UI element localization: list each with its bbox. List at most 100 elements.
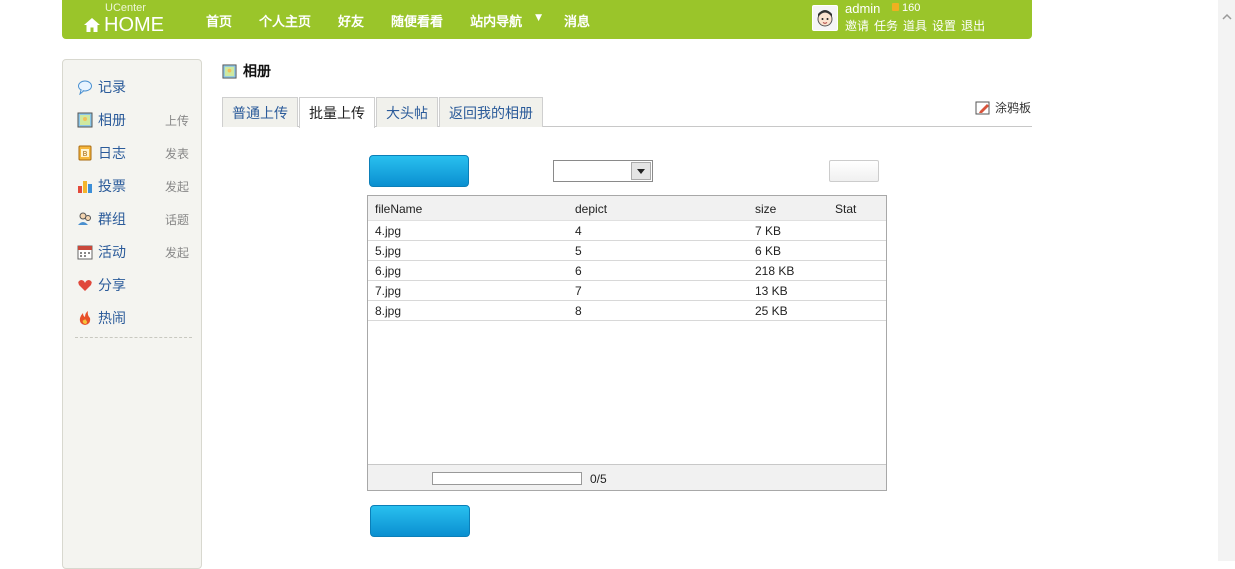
main-nav: 首页 个人主页 好友 随便看看 站内导航 ▼ 消息 xyxy=(206,11,617,30)
tab-back-to-album[interactable]: 返回我的相册 xyxy=(439,97,543,127)
cell-filename: 6.jpg xyxy=(375,264,402,278)
blog-post-link[interactable]: 发表 xyxy=(165,145,189,162)
cell-filename: 4.jpg xyxy=(375,224,402,238)
sidebar-item-label: 活动 xyxy=(98,245,126,261)
sidebar-item-events[interactable]: 活动 发起 xyxy=(77,242,189,262)
cell-depict[interactable]: 4 xyxy=(575,224,582,238)
nav-friends[interactable]: 好友 xyxy=(338,11,364,30)
column-header-stat: Stat xyxy=(835,202,857,216)
sidebar-item-hot[interactable]: 热闹 xyxy=(77,308,189,328)
logo-small-text: UCenter xyxy=(105,2,146,14)
album-upload-link[interactable]: 上传 xyxy=(165,112,189,129)
user-credit: 160 xyxy=(892,2,920,14)
speech-bubble-icon xyxy=(78,80,92,95)
sidebar-item-label: 群组 xyxy=(98,212,126,228)
user-avatar[interactable] xyxy=(812,5,838,31)
sidebar-item-album[interactable]: 相册 上传 xyxy=(77,110,189,130)
cell-filename: 7.jpg xyxy=(375,284,402,298)
table-row[interactable]: 8.jpg 8 25 KB xyxy=(368,301,886,321)
sidebar-item-poll[interactable]: 投票 发起 xyxy=(77,176,189,196)
page-title-text: 相册 xyxy=(243,64,271,80)
notebook-icon: B xyxy=(78,145,92,161)
cell-size: 7 KB xyxy=(755,224,782,238)
user-name[interactable]: admin xyxy=(845,1,880,16)
album-select[interactable] xyxy=(553,160,653,182)
cell-size: 218 KB xyxy=(755,264,795,278)
dropdown-arrow-icon[interactable]: ▼ xyxy=(535,13,542,32)
nav-browse[interactable]: 随便看看 xyxy=(391,11,443,30)
scrollbar[interactable] xyxy=(1218,0,1235,561)
sidebar-item-share[interactable]: 分享 xyxy=(77,275,189,295)
sidebar-item-label: 相册 xyxy=(98,113,126,129)
cell-size: 13 KB xyxy=(755,284,788,298)
user-links: 邀请 任务 道具 设置 退出 xyxy=(845,17,985,34)
column-header-depict: depict xyxy=(575,202,608,216)
graffiti-board-link[interactable]: 涂鸦板 xyxy=(975,99,1031,116)
bar-chart-icon xyxy=(78,181,92,193)
sidebar-divider xyxy=(75,337,192,338)
nav-home[interactable]: 首页 xyxy=(206,11,232,30)
table-row[interactable]: 5.jpg 5 6 KB xyxy=(368,241,886,261)
column-header-size: size xyxy=(755,202,777,216)
scroll-up-icon[interactable] xyxy=(1222,12,1232,22)
tab-batch-upload[interactable]: 批量上传 xyxy=(299,97,375,128)
props-link[interactable]: 道具 xyxy=(903,17,927,34)
cell-filename: 8.jpg xyxy=(375,304,402,318)
top-bar: UCenter HOME 首页 个人主页 好友 随便看看 站内导航 ▼ 消息 a… xyxy=(62,0,1032,39)
nav-site-navigation[interactable]: 站内导航 xyxy=(470,11,522,30)
calendar-icon xyxy=(77,245,93,260)
picture-icon xyxy=(222,63,237,79)
page-title: 相册 xyxy=(222,61,271,81)
tab-headshot[interactable]: 大头帖 xyxy=(376,97,438,127)
cell-depict[interactable]: 8 xyxy=(575,304,582,318)
table-header: fileName depict size Stat xyxy=(368,196,886,221)
file-queue-table: fileName depict size Stat 4.jpg 4 7 KB 5… xyxy=(367,195,887,491)
sidebar: 记录 相册 上传 B 日志 发表 投票 发起 群组 话题 活动 发起 分享 热闹 xyxy=(62,59,202,569)
group-icon xyxy=(78,212,91,225)
cell-filename: 5.jpg xyxy=(375,244,402,258)
sidebar-item-label: 热闹 xyxy=(98,311,126,327)
picture-icon xyxy=(77,112,93,128)
poll-start-link[interactable]: 发起 xyxy=(165,178,189,195)
credit-value: 160 xyxy=(902,2,921,14)
sidebar-item-records[interactable]: 记录 xyxy=(77,77,189,97)
avatar-face-icon xyxy=(817,10,833,27)
logo-big-text: HOME xyxy=(104,14,164,36)
sidebar-item-blog[interactable]: B 日志 发表 xyxy=(77,143,189,163)
settings-link[interactable]: 设置 xyxy=(932,17,956,34)
logout-link[interactable]: 退出 xyxy=(961,17,985,34)
cell-depict[interactable]: 7 xyxy=(575,284,582,298)
graffiti-label: 涂鸦板 xyxy=(995,101,1032,115)
column-header-filename: fileName xyxy=(375,202,423,216)
start-upload-button[interactable] xyxy=(370,505,470,537)
album-action-button[interactable] xyxy=(829,160,879,182)
select-files-button[interactable] xyxy=(369,155,469,187)
nav-messages[interactable]: 消息 xyxy=(564,11,590,30)
chevron-down-icon[interactable] xyxy=(631,162,651,180)
tasks-link[interactable]: 任务 xyxy=(874,17,898,34)
sidebar-item-label: 日志 xyxy=(98,146,126,162)
coin-icon xyxy=(892,3,899,11)
cell-depict[interactable]: 6 xyxy=(575,264,582,278)
fire-icon xyxy=(79,311,91,325)
tab-normal-upload[interactable]: 普通上传 xyxy=(222,97,298,127)
invite-link[interactable]: 邀请 xyxy=(845,17,869,34)
sidebar-item-groups[interactable]: 群组 话题 xyxy=(77,209,189,229)
heart-icon xyxy=(78,280,92,291)
sidebar-item-label: 分享 xyxy=(98,278,126,294)
progress-count: 0/5 xyxy=(590,472,607,486)
table-row[interactable]: 7.jpg 7 13 KB xyxy=(368,281,886,301)
cell-size: 6 KB xyxy=(755,244,782,258)
sidebar-item-label: 记录 xyxy=(98,80,126,96)
nav-profile[interactable]: 个人主页 xyxy=(259,11,311,30)
events-start-link[interactable]: 发起 xyxy=(165,244,189,261)
svg-text:B: B xyxy=(83,150,88,158)
cell-depict[interactable]: 5 xyxy=(575,244,582,258)
table-row[interactable]: 4.jpg 4 7 KB xyxy=(368,221,886,241)
upload-tabs: 普通上传 批量上传 大头帖 返回我的相册 xyxy=(222,97,1032,128)
groups-topic-link[interactable]: 话题 xyxy=(165,211,189,228)
sidebar-item-label: 投票 xyxy=(98,179,126,195)
house-icon xyxy=(84,18,100,32)
table-row[interactable]: 6.jpg 6 218 KB xyxy=(368,261,886,281)
upload-progress-bar xyxy=(432,472,582,485)
